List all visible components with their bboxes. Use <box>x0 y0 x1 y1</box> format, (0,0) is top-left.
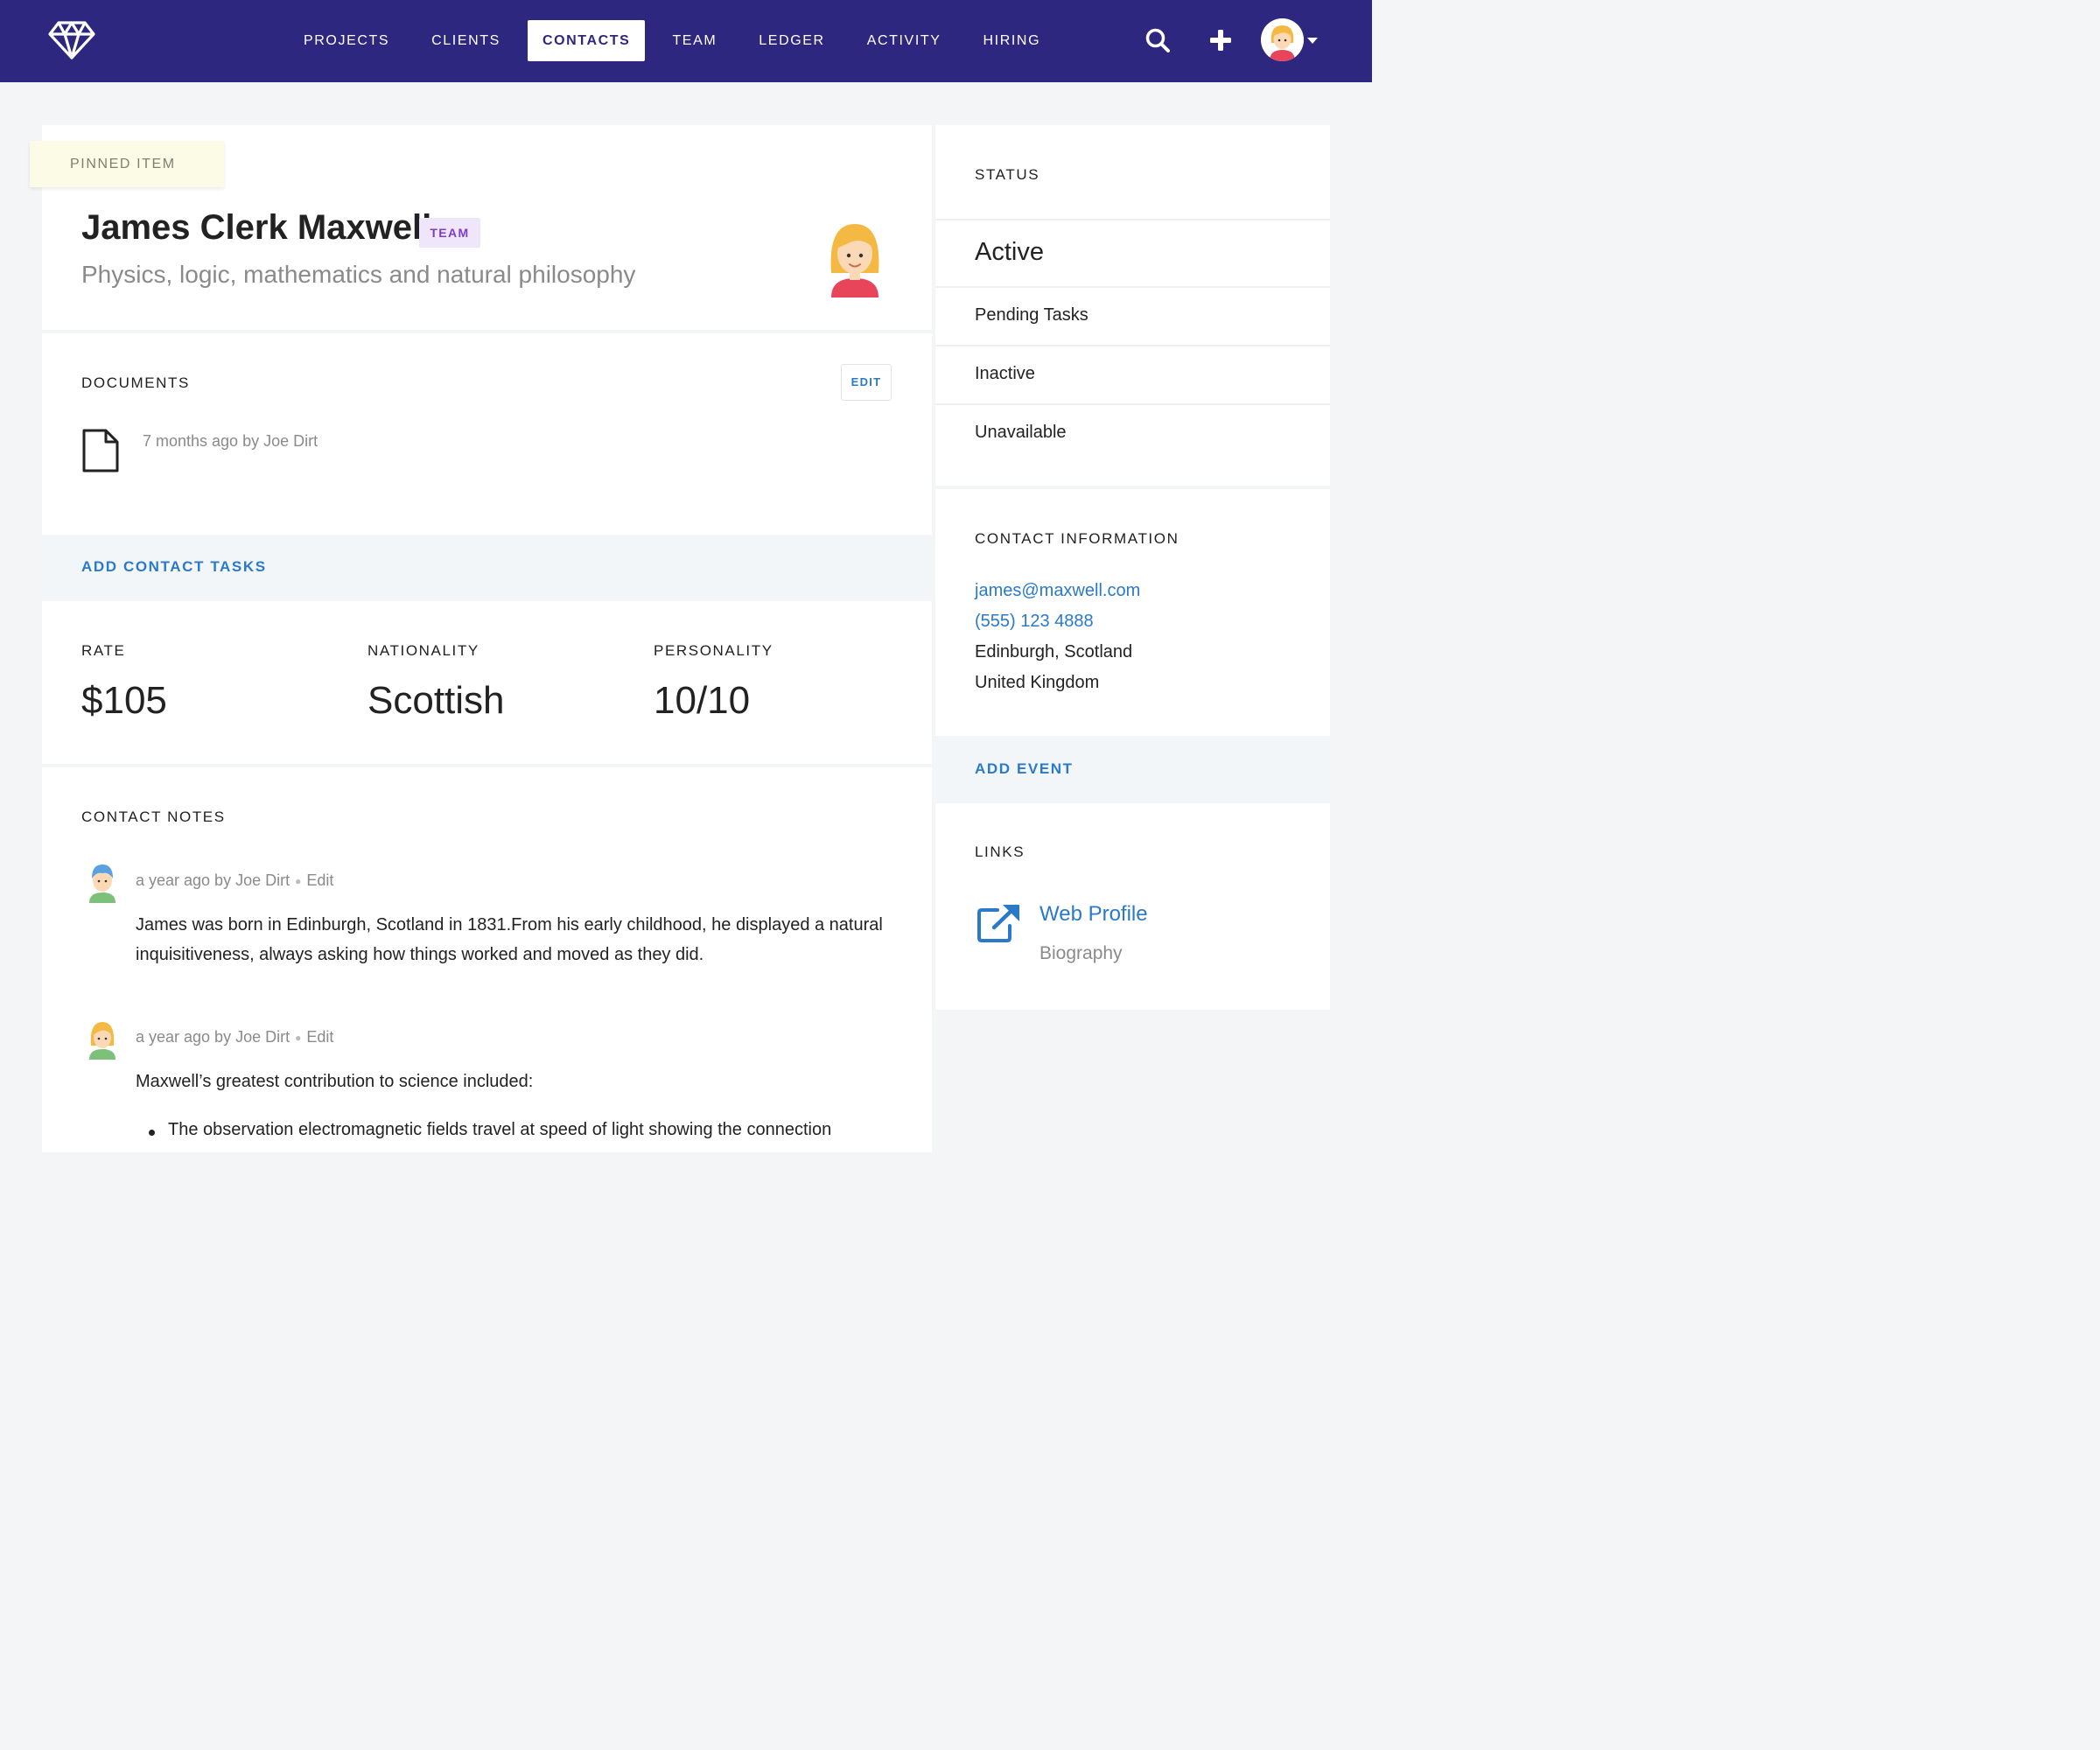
status-active[interactable]: Active <box>975 238 1044 267</box>
nav-hiring[interactable]: HIRING <box>969 20 1056 61</box>
note-bullet-text: The observation electromagnetic fields t… <box>168 1120 832 1139</box>
web-profile-sublabel: Biography <box>1040 943 1123 963</box>
note-text: Maxwell’s greatest contribution to scien… <box>136 1072 534 1091</box>
pinned-item-tag: PINNED ITEM <box>30 141 224 187</box>
status-title: STATUS <box>975 166 1040 183</box>
personality-value: 10/10 <box>654 679 751 722</box>
add-event-button[interactable]: ADD EVENT <box>935 738 1330 800</box>
nav-contacts[interactable]: CONTACTS <box>527 20 646 61</box>
note-meta: a year ago by Joe Dirt ● Edit <box>136 872 333 890</box>
note-edit-link[interactable]: Edit <box>306 1028 333 1046</box>
search-icon[interactable] <box>1144 27 1171 53</box>
contact-email-link[interactable]: james@maxwell.com <box>975 581 1140 601</box>
note-meta: a year ago by Joe Dirt ● Edit <box>136 1028 333 1046</box>
personality-label: PERSONALITY <box>654 642 774 659</box>
add-contact-tasks-label: ADD CONTACT TASKS <box>81 558 267 575</box>
note-author-avatar <box>89 1022 116 1060</box>
contact-phone-link[interactable]: (555) 123 4888 <box>975 612 1094 632</box>
plus-icon[interactable] <box>1209 29 1232 52</box>
user-avatar[interactable] <box>1261 18 1304 61</box>
note-bullet: The observation electromagnetic fields t… <box>148 1120 832 1140</box>
nav-ledger[interactable]: LEDGER <box>744 20 839 61</box>
rate-label: RATE <box>81 642 126 659</box>
contact-country: United Kingdom <box>975 673 1100 692</box>
rate-value: $105 <box>81 679 167 722</box>
note-edit-link[interactable]: Edit <box>306 872 333 889</box>
separator-dot: ● <box>295 875 302 888</box>
contact-name: James Clerk Maxwell <box>81 208 432 247</box>
divider <box>935 219 1330 220</box>
documents-title: DOCUMENTS <box>81 374 190 391</box>
nav-activity[interactable]: ACTIVITY <box>852 20 956 61</box>
divider <box>935 286 1330 288</box>
contact-city: Edinburgh, Scotland <box>975 642 1133 662</box>
top-navbar: PROJECTS CLIENTS CONTACTS TEAM LEDGER AC… <box>0 0 1372 82</box>
nationality-value: Scottish <box>368 679 505 722</box>
contact-notes-title: CONTACT NOTES <box>81 808 226 825</box>
divider <box>935 403 1330 405</box>
note-meta-text: a year ago by Joe Dirt <box>136 1028 290 1046</box>
nav-projects[interactable]: PROJECTS <box>289 20 404 61</box>
nationality-label: NATIONALITY <box>368 642 480 659</box>
contact-avatar <box>830 224 879 298</box>
caret-down-icon[interactable] <box>1307 38 1318 45</box>
note-text: James was born in Edinburgh, Scotland in… <box>136 915 883 964</box>
main-nav: PROJECTS CLIENTS CONTACTS TEAM LEDGER AC… <box>289 20 1068 61</box>
status-option-unavailable[interactable]: Unavailable <box>975 423 1067 443</box>
contact-subtitle: Physics, logic, mathematics and natural … <box>81 261 636 288</box>
add-contact-tasks-button[interactable]: ADD CONTACT TASKS <box>42 536 932 598</box>
add-event-label: ADD EVENT <box>975 760 1074 777</box>
document-meta: 7 months ago by Joe Dirt <box>143 432 318 450</box>
diamond-icon[interactable] <box>48 20 95 60</box>
divider <box>935 345 1330 346</box>
status-option-inactive[interactable]: Inactive <box>975 364 1035 384</box>
external-link-icon[interactable] <box>976 903 1022 943</box>
separator-dot: ● <box>295 1032 302 1045</box>
nav-team[interactable]: TEAM <box>657 20 732 61</box>
nav-clients[interactable]: CLIENTS <box>416 20 515 61</box>
note-author-avatar <box>89 864 116 903</box>
contact-information-title: CONTACT INFORMATION <box>975 530 1180 547</box>
team-badge: TEAM <box>419 218 480 248</box>
note-meta-text: a year ago by Joe Dirt <box>136 872 290 889</box>
status-option-pending-tasks[interactable]: Pending Tasks <box>975 305 1088 326</box>
web-profile-link[interactable]: Web Profile <box>1040 902 1148 927</box>
links-title: LINKS <box>975 844 1026 860</box>
edit-documents-button[interactable]: EDIT <box>841 364 892 401</box>
document-icon[interactable] <box>81 429 120 472</box>
